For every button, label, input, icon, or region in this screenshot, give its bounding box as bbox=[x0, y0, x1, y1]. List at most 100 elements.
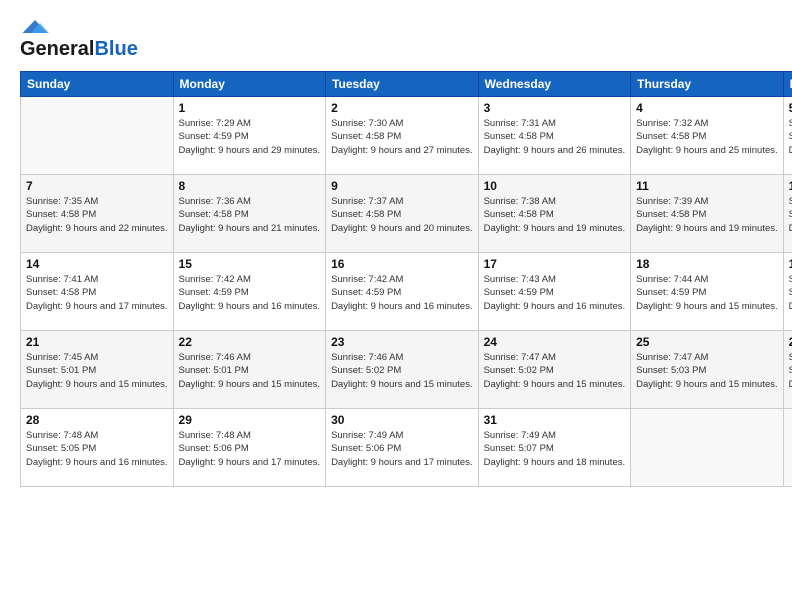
day-number: 26 bbox=[789, 335, 792, 349]
calendar-cell: 11 Sunrise: 7:39 AMSunset: 4:58 PMDayligh… bbox=[631, 175, 784, 253]
day-info: Sunrise: 7:42 AMSunset: 4:59 PMDaylight:… bbox=[179, 273, 321, 313]
day-number: 25 bbox=[636, 335, 778, 349]
calendar-cell: 10Sunrise: 7:38 AMSunset: 4:58 PMDayligh… bbox=[478, 175, 631, 253]
day-info: Sunrise: 7:48 AMSunset: 5:05 PMDaylight:… bbox=[26, 429, 168, 469]
day-info: Sunrise: 7:30 AMSunset: 4:58 PMDaylight:… bbox=[331, 117, 473, 157]
day-number: 17 bbox=[484, 257, 626, 271]
calendar-cell: 30 Sunrise: 7:49 AMSunset: 5:06 PMDayligh… bbox=[326, 409, 479, 487]
calendar: SundayMondayTuesdayWednesdayThursdayFrid… bbox=[20, 71, 792, 487]
calendar-cell: 8 Sunrise: 7:36 AMSunset: 4:58 PMDaylight… bbox=[173, 175, 326, 253]
calendar-cell: 22 Sunrise: 7:46 AMSunset: 5:01 PMDayligh… bbox=[173, 331, 326, 409]
day-info: Sunrise: 7:43 AMSunset: 4:59 PMDaylight:… bbox=[484, 273, 626, 313]
day-number: 11 bbox=[636, 179, 778, 193]
day-number: 23 bbox=[331, 335, 473, 349]
calendar-cell: 2 Sunrise: 7:30 AMSunset: 4:58 PMDaylight… bbox=[326, 97, 479, 175]
day-number: 2 bbox=[331, 101, 473, 115]
day-info: Sunrise: 7:29 AMSunset: 4:59 PMDaylight:… bbox=[179, 117, 321, 157]
day-info: Sunrise: 7:46 AMSunset: 5:02 PMDaylight:… bbox=[331, 351, 473, 391]
logo: General Blue bbox=[20, 18, 138, 61]
calendar-cell: 5 Sunrise: 7:33 AMSunset: 4:58 PMDaylight… bbox=[783, 97, 792, 175]
calendar-cell: 4 Sunrise: 7:32 AMSunset: 4:58 PMDaylight… bbox=[631, 97, 784, 175]
day-number: 30 bbox=[331, 413, 473, 427]
day-number: 1 bbox=[179, 101, 321, 115]
calendar-cell: 14 Sunrise: 7:41 AMSunset: 4:58 PMDayligh… bbox=[21, 253, 174, 331]
calendar-cell: 29 Sunrise: 7:48 AMSunset: 5:06 PMDayligh… bbox=[173, 409, 326, 487]
day-number: 12 bbox=[789, 179, 792, 193]
calendar-cell bbox=[783, 409, 792, 487]
day-number: 24 bbox=[484, 335, 626, 349]
day-info: Sunrise: 7:35 AMSunset: 4:58 PMDaylight:… bbox=[26, 195, 168, 235]
day-number: 22 bbox=[179, 335, 321, 349]
day-info: Sunrise: 7:49 AMSunset: 5:06 PMDaylight:… bbox=[331, 429, 473, 469]
day-info: Sunrise: 7:47 AMSunset: 5:03 PMDaylight:… bbox=[636, 351, 778, 391]
day-number: 28 bbox=[26, 413, 168, 427]
day-number: 29 bbox=[179, 413, 321, 427]
weekday-header-sunday: Sunday bbox=[21, 72, 174, 97]
calendar-cell: 3 Sunrise: 7:31 AMSunset: 4:58 PMDaylight… bbox=[478, 97, 631, 175]
day-number: 15 bbox=[179, 257, 321, 271]
day-number: 8 bbox=[179, 179, 321, 193]
day-info: Sunrise: 7:39 AMSunset: 4:58 PMDaylight:… bbox=[636, 195, 778, 235]
calendar-cell bbox=[21, 97, 174, 175]
calendar-header-row: SundayMondayTuesdayWednesdayThursdayFrid… bbox=[21, 72, 792, 97]
weekday-header-friday: Friday bbox=[783, 72, 792, 97]
calendar-cell: 24 Sunrise: 7:47 AMSunset: 5:02 PMDayligh… bbox=[478, 331, 631, 409]
day-number: 5 bbox=[789, 101, 792, 115]
page: General Blue SundayMondayTuesdayWednesda… bbox=[0, 0, 792, 612]
calendar-cell: 17 Sunrise: 7:43 AMSunset: 4:59 PMDayligh… bbox=[478, 253, 631, 331]
calendar-cell: 19 Sunrise: 7:44 AMSunset: 5:00 PMDayligh… bbox=[783, 253, 792, 331]
day-info: Sunrise: 7:42 AMSunset: 4:59 PMDaylight:… bbox=[331, 273, 473, 313]
calendar-cell: 26 Sunrise: 7:48 AMSunset: 5:04 PMDayligh… bbox=[783, 331, 792, 409]
calendar-cell: 15 Sunrise: 7:42 AMSunset: 4:59 PMDayligh… bbox=[173, 253, 326, 331]
calendar-week-1: 1 Sunrise: 7:29 AMSunset: 4:59 PMDaylight… bbox=[21, 97, 792, 175]
day-number: 31 bbox=[484, 413, 626, 427]
day-info: Sunrise: 7:31 AMSunset: 4:58 PMDaylight:… bbox=[484, 117, 626, 157]
day-number: 18 bbox=[636, 257, 778, 271]
calendar-cell: 7 Sunrise: 7:35 AMSunset: 4:58 PMDaylight… bbox=[21, 175, 174, 253]
logo-blue: Blue bbox=[94, 38, 137, 61]
calendar-week-5: 28 Sunrise: 7:48 AMSunset: 5:05 PMDayligh… bbox=[21, 409, 792, 487]
weekday-header-thursday: Thursday bbox=[631, 72, 784, 97]
day-info: Sunrise: 7:44 AMSunset: 5:00 PMDaylight:… bbox=[789, 273, 792, 313]
calendar-cell: 21 Sunrise: 7:45 AMSunset: 5:01 PMDayligh… bbox=[21, 331, 174, 409]
weekday-header-monday: Monday bbox=[173, 72, 326, 97]
calendar-week-4: 21 Sunrise: 7:45 AMSunset: 5:01 PMDayligh… bbox=[21, 331, 792, 409]
logo-icon bbox=[20, 18, 50, 36]
day-number: 21 bbox=[26, 335, 168, 349]
weekday-header-tuesday: Tuesday bbox=[326, 72, 479, 97]
day-number: 14 bbox=[26, 257, 168, 271]
day-info: Sunrise: 7:41 AMSunset: 4:58 PMDaylight:… bbox=[26, 273, 168, 313]
day-info: Sunrise: 7:36 AMSunset: 4:58 PMDaylight:… bbox=[179, 195, 321, 235]
day-number: 9 bbox=[331, 179, 473, 193]
day-info: Sunrise: 7:40 AMSunset: 4:58 PMDaylight:… bbox=[789, 195, 792, 235]
weekday-header-wednesday: Wednesday bbox=[478, 72, 631, 97]
calendar-cell: 9 Sunrise: 7:37 AMSunset: 4:58 PMDaylight… bbox=[326, 175, 479, 253]
logo-general: General bbox=[20, 38, 94, 61]
day-info: Sunrise: 7:37 AMSunset: 4:58 PMDaylight:… bbox=[331, 195, 473, 235]
day-info: Sunrise: 7:49 AMSunset: 5:07 PMDaylight:… bbox=[484, 429, 626, 469]
day-info: Sunrise: 7:46 AMSunset: 5:01 PMDaylight:… bbox=[179, 351, 321, 391]
day-info: Sunrise: 7:48 AMSunset: 5:04 PMDaylight:… bbox=[789, 351, 792, 391]
day-info: Sunrise: 7:47 AMSunset: 5:02 PMDaylight:… bbox=[484, 351, 626, 391]
calendar-cell: 12 Sunrise: 7:40 AMSunset: 4:58 PMDayligh… bbox=[783, 175, 792, 253]
day-number: 7 bbox=[26, 179, 168, 193]
day-info: Sunrise: 7:45 AMSunset: 5:01 PMDaylight:… bbox=[26, 351, 168, 391]
day-info: Sunrise: 7:44 AMSunset: 4:59 PMDaylight:… bbox=[636, 273, 778, 313]
day-info: Sunrise: 7:38 AMSunset: 4:58 PMDaylight:… bbox=[484, 195, 626, 235]
calendar-cell: 28 Sunrise: 7:48 AMSunset: 5:05 PMDayligh… bbox=[21, 409, 174, 487]
header: General Blue bbox=[20, 18, 772, 61]
day-number: 4 bbox=[636, 101, 778, 115]
calendar-cell: 18 Sunrise: 7:44 AMSunset: 4:59 PMDayligh… bbox=[631, 253, 784, 331]
calendar-cell: 25 Sunrise: 7:47 AMSunset: 5:03 PMDayligh… bbox=[631, 331, 784, 409]
day-info: Sunrise: 7:48 AMSunset: 5:06 PMDaylight:… bbox=[179, 429, 321, 469]
day-info: Sunrise: 7:33 AMSunset: 4:58 PMDaylight:… bbox=[789, 117, 792, 157]
day-number: 16 bbox=[331, 257, 473, 271]
calendar-week-3: 14 Sunrise: 7:41 AMSunset: 4:58 PMDayligh… bbox=[21, 253, 792, 331]
calendar-cell bbox=[631, 409, 784, 487]
day-number: 3 bbox=[484, 101, 626, 115]
calendar-cell: 31 Sunrise: 7:49 AMSunset: 5:07 PMDayligh… bbox=[478, 409, 631, 487]
day-number: 19 bbox=[789, 257, 792, 271]
calendar-cell: 23 Sunrise: 7:46 AMSunset: 5:02 PMDayligh… bbox=[326, 331, 479, 409]
calendar-cell: 16 Sunrise: 7:42 AMSunset: 4:59 PMDayligh… bbox=[326, 253, 479, 331]
day-info: Sunrise: 7:32 AMSunset: 4:58 PMDaylight:… bbox=[636, 117, 778, 157]
